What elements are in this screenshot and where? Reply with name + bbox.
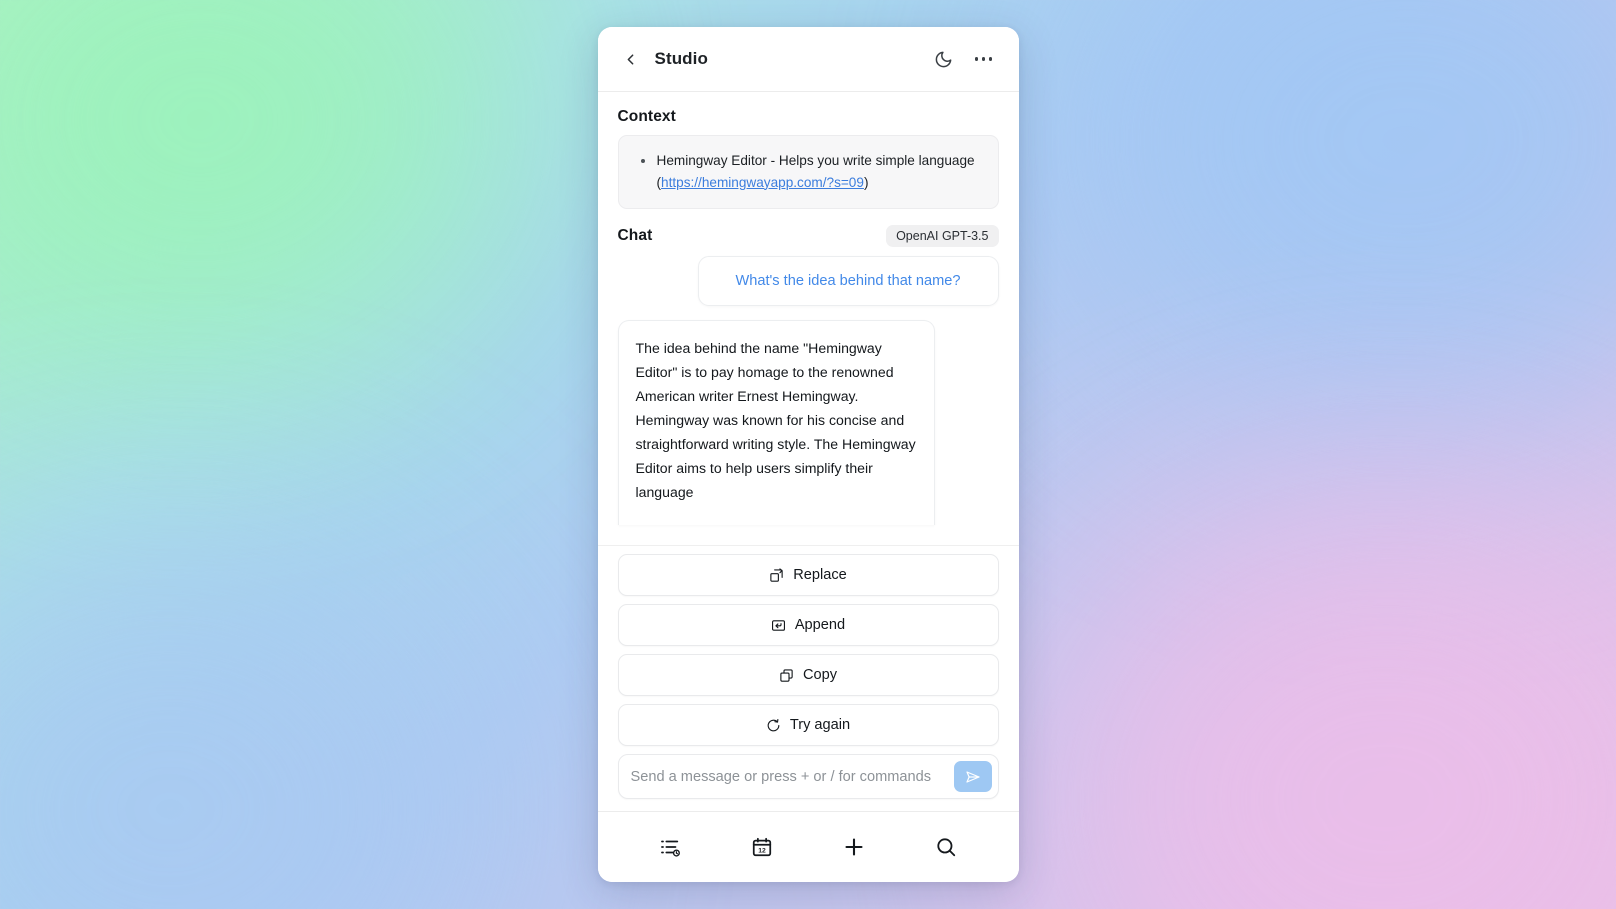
assistant-message-wrap: The idea behind the name "Hemingway Edit… <box>617 320 999 525</box>
copy-button[interactable]: Copy <box>617 654 999 696</box>
assistant-message: The idea behind the name "Hemingway Edit… <box>617 320 935 525</box>
background-blob <box>1036 489 1616 909</box>
context-list: Hemingway Editor - Helps you write simpl… <box>635 150 982 193</box>
context-item-text-after: ) <box>863 174 869 190</box>
nav-item-calendar[interactable]: 12 <box>739 824 785 870</box>
action-dock: Replace Append Copy Try again <box>597 545 1019 811</box>
nav-item-search[interactable] <box>923 824 969 870</box>
refresh-icon <box>767 718 780 731</box>
nav-item-add[interactable] <box>831 824 877 870</box>
studio-panel: Studio Context Hemingway Editor - Helps … <box>597 27 1019 882</box>
try-again-button[interactable]: Try again <box>617 704 999 746</box>
message-composer <box>617 754 999 799</box>
chat-messages: What's the idea behind that name? The id… <box>598 256 1019 525</box>
ellipsis-icon <box>974 57 993 61</box>
replace-button[interactable]: Replace <box>617 554 999 596</box>
back-button[interactable] <box>618 46 644 72</box>
list-clock-icon <box>660 840 680 857</box>
search-icon <box>937 838 956 857</box>
chat-section-title: Chat <box>617 227 653 244</box>
send-icon <box>965 770 980 783</box>
context-item-link[interactable]: https://hemingwayapp.com/?s=09 <box>661 175 864 190</box>
context-section-title: Context <box>617 108 676 125</box>
append-button-label: Append <box>794 617 846 633</box>
message-input[interactable] <box>630 768 954 785</box>
background-blob <box>1056 0 1616 440</box>
calendar-day-number: 12 <box>758 848 766 855</box>
content-scroll-area[interactable]: Context Hemingway Editor - Helps you wri… <box>597 92 1019 545</box>
nav-item-tasks[interactable] <box>647 824 693 870</box>
copy-icon <box>780 668 793 682</box>
replace-icon <box>770 567 783 582</box>
append-icon <box>771 619 785 631</box>
page-title: Studio <box>654 49 708 68</box>
bottom-navigation: 12 <box>597 811 1019 882</box>
calendar-icon: 12 <box>752 837 771 857</box>
chat-section-header: Chat OpenAI GPT-3.5 <box>598 209 1019 256</box>
moon-icon <box>935 51 952 67</box>
app-header: Studio <box>597 27 1019 92</box>
model-badge[interactable]: OpenAI GPT-3.5 <box>886 225 999 247</box>
append-button[interactable]: Append <box>617 604 999 646</box>
user-message: What's the idea behind that name? <box>697 256 999 306</box>
copy-button-label: Copy <box>802 667 838 683</box>
background-blob <box>0 529 490 909</box>
send-button[interactable] <box>953 761 992 792</box>
more-options-button[interactable] <box>969 44 999 74</box>
plus-icon <box>845 838 863 856</box>
list-item: Hemingway Editor - Helps you write simpl… <box>635 150 982 193</box>
background-blob <box>0 0 510 380</box>
replace-button-label: Replace <box>793 567 847 583</box>
chevron-left-icon <box>627 53 634 65</box>
theme-toggle-button[interactable] <box>929 44 959 74</box>
try-again-button-label: Try again <box>789 717 851 733</box>
context-card: Hemingway Editor - Helps you write simpl… <box>617 135 999 209</box>
